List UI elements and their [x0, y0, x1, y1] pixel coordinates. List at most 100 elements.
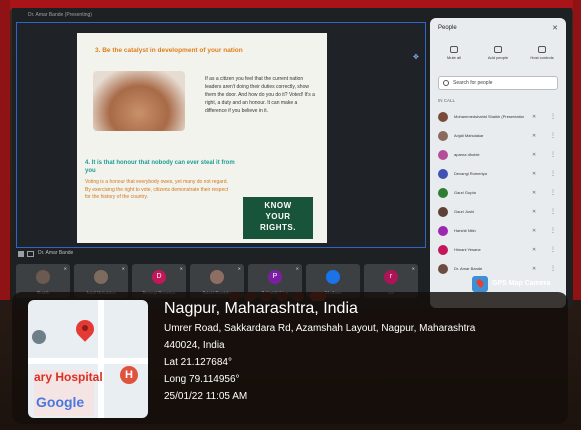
gps-map-camera-badge: GPS Map Camera — [472, 276, 568, 292]
mic-off-icon[interactable]: ✕ — [532, 171, 536, 177]
search-icon — [443, 80, 449, 86]
list-item[interactable]: Anjali Mahulakar ✕ ⋮ — [434, 127, 562, 146]
gps-address: Umrer Road, Sakkardara Rd, Azamshah Layo… — [164, 323, 476, 334]
participant-name: Anjali Mahulakar — [454, 133, 484, 138]
map-road — [28, 358, 148, 364]
slide-paragraph-4: Voting is a honour that everybody owes, … — [85, 179, 229, 200]
mic-off-icon: ✕ — [411, 266, 415, 271]
list-item[interactable]: Gauri Joshi ✕ ⋮ — [434, 203, 562, 222]
mic-off-icon: ✕ — [121, 266, 125, 271]
mic-off-icon[interactable]: ✕ — [532, 133, 536, 139]
mic-off-icon[interactable]: ✕ — [532, 152, 536, 158]
tile-avatar — [210, 270, 224, 284]
expand-icon[interactable]: ✥ — [413, 53, 421, 61]
presentation-frame[interactable]: 3. Be the catalyst in development of you… — [16, 22, 426, 248]
mic-off-icon[interactable]: ✕ — [532, 114, 536, 120]
avatar — [438, 245, 448, 255]
more-icon[interactable]: ⋮ — [550, 189, 556, 196]
list-item[interactable]: Devangi Rumeriya ✕ ⋮ — [434, 165, 562, 184]
participant-name: Dr. Amar Bande — [454, 266, 483, 271]
host-controls-label: Host controls — [530, 55, 554, 60]
map-thumbnail: ary Hospital H Google — [28, 300, 148, 418]
list-item[interactable]: Himani Yesane ✕ ⋮ — [434, 241, 562, 260]
sign-line-1: KNOW — [264, 201, 292, 210]
tile-avatar: r — [384, 270, 398, 284]
lock-icon — [538, 46, 546, 53]
participant-name: aparna dhoble — [454, 152, 480, 157]
add-people-button[interactable]: Add people — [478, 46, 518, 60]
host-controls-button[interactable]: Host controls — [522, 46, 562, 60]
more-icon[interactable]: ⋮ — [550, 132, 556, 139]
mic-off-icon[interactable]: ✕ — [532, 228, 536, 234]
google-logo: Google — [36, 394, 85, 410]
avatar — [438, 264, 448, 274]
avatar — [438, 207, 448, 217]
people-panel-title: People — [438, 25, 457, 31]
monitor-bezel-left — [0, 0, 10, 300]
avatar — [438, 169, 448, 179]
avatar — [438, 131, 448, 141]
mic-off-icon: ✕ — [237, 266, 241, 271]
add-person-icon — [494, 46, 502, 53]
participant-name: Devangi Rumeriya — [454, 171, 487, 176]
presenter-name: Dr. Amar Bande — [38, 250, 74, 256]
mic-off-icon[interactable]: ✕ — [532, 247, 536, 253]
gps-badge-label: GPS Map Camera — [492, 280, 551, 287]
slide-paragraph-3: If as a citizen you feel that the curren… — [205, 76, 315, 114]
tile-avatar — [326, 270, 340, 284]
gps-pincode: 440024, India — [164, 340, 225, 351]
presenter-bar: Dr. Amar Bande — [16, 250, 426, 260]
people-search-input[interactable]: Search for people — [438, 76, 558, 90]
more-icon[interactable]: ⋮ — [550, 227, 556, 234]
monitor-bezel-right — [573, 0, 581, 300]
gps-datetime: 25/01/22 11:05 AM — [164, 391, 248, 402]
location-pin-icon — [76, 320, 94, 344]
more-icon[interactable]: ⋮ — [550, 113, 556, 120]
gps-overlay: ary Hospital H Google Nagpur, Maharashtr… — [12, 292, 568, 424]
mute-all-label: Mute all — [446, 55, 461, 60]
gps-latitude: Lat 21.127684° — [164, 357, 232, 368]
pin-icon[interactable] — [18, 251, 24, 257]
gps-longitude: Long 79.114956° — [164, 374, 240, 385]
slide-heading-3: 3. Be the catalyst in development of you… — [95, 47, 243, 54]
avatar — [438, 226, 448, 236]
list-item[interactable]: aparna dhoble ✕ ⋮ — [434, 146, 562, 165]
know-your-rights-sign: KNOW YOUR RIGHTS. — [243, 197, 313, 239]
list-item[interactable]: Mohammedshahid Shaikh (Presentation) ✕ ⋮ — [434, 108, 562, 127]
list-item[interactable]: Gauri Gupta ✕ ⋮ — [434, 184, 562, 203]
list-item[interactable]: Harshit Nitin ✕ ⋮ — [434, 222, 562, 241]
participant-name: Himani Yesane — [454, 247, 481, 252]
map-hospital-label: ary Hospital — [34, 370, 103, 384]
mute-icon — [450, 46, 458, 53]
people-actions: Mute all Add people Host controls — [434, 46, 562, 70]
sign-line-2: YOUR — [265, 212, 291, 221]
add-people-label: Add people — [487, 55, 509, 60]
tile-avatar — [36, 270, 50, 284]
more-icon[interactable]: ⋮ — [550, 246, 556, 253]
in-call-label: IN CALL — [438, 98, 456, 103]
people-panel: People ✕ Mute all Add people Host contro… — [430, 18, 566, 308]
slide: 3. Be the catalyst in development of you… — [77, 33, 327, 243]
more-icon[interactable]: ⋮ — [550, 265, 556, 272]
gps-camera-icon — [472, 276, 488, 292]
more-icon[interactable]: ⋮ — [550, 170, 556, 177]
close-icon[interactable]: ✕ — [552, 24, 558, 32]
captions-icon[interactable] — [27, 251, 34, 257]
mic-off-icon[interactable]: ✕ — [532, 209, 536, 215]
mic-off-icon[interactable]: ✕ — [532, 190, 536, 196]
tile-avatar: P — [268, 270, 282, 284]
mute-all-button[interactable]: Mute all — [434, 46, 474, 60]
participant-name: Gauri Gupta — [454, 190, 476, 195]
more-icon[interactable]: ⋮ — [550, 151, 556, 158]
avatar — [438, 112, 448, 122]
presenting-title: Dr. Amar Bande (Presenting) — [28, 12, 92, 18]
participant-name: Mohammedshahid Shaikh (Presentation) — [454, 114, 524, 119]
hospital-icon: H — [120, 366, 138, 384]
gps-city: Nagpur, Maharashtra, India — [164, 300, 358, 317]
sign-line-3: RIGHTS. — [260, 223, 296, 232]
raised-hands-image — [93, 71, 185, 131]
mic-off-icon[interactable]: ✕ — [532, 266, 536, 272]
graduation-cap-icon — [32, 330, 46, 344]
more-icon[interactable]: ⋮ — [550, 208, 556, 215]
mic-off-icon: ✕ — [63, 266, 67, 271]
